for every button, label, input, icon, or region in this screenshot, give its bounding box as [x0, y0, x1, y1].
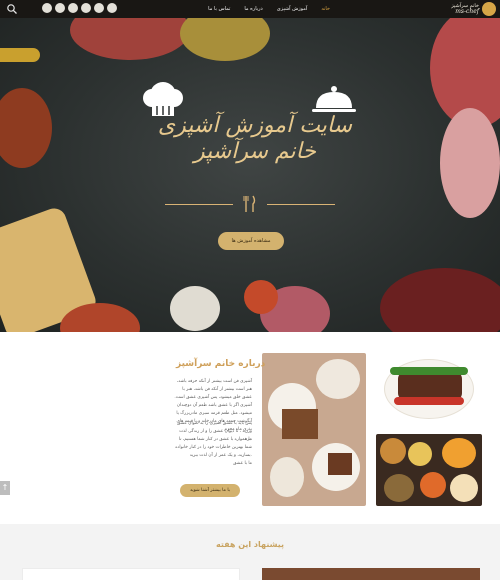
hero-title-line2: خانم سرآشپز — [194, 139, 316, 164]
menu-item-contact[interactable]: تماس با ما — [208, 6, 230, 12]
hero-food-decoration — [0, 48, 40, 62]
suggestion-card-image[interactable] — [262, 568, 480, 580]
weekly-suggestion-title: پیشنهاد این هفته — [215, 540, 284, 549]
hero-food-decoration — [244, 280, 278, 314]
hero-food-decoration — [380, 268, 500, 332]
social-icon-6[interactable] — [107, 3, 117, 13]
cutlery-icon — [243, 195, 256, 212]
menu-item-about[interactable]: درباره ما — [244, 6, 262, 12]
hero-food-decoration — [70, 18, 190, 60]
about-paragraph-3: ما همواره با عشق در کنار شما هستیم، تا ش… — [175, 437, 252, 458]
search-icon[interactable] — [6, 3, 18, 15]
about-section: درباره خانم سرآشپز آشپزی فن است بیشتر از… — [0, 332, 500, 524]
about-title: درباره خانم سرآشپز — [176, 359, 266, 369]
hero-title-line1: سایت آموزش آشپزی — [157, 113, 353, 138]
main-menu: خانه آموزش آشپزی درباره ما تماس با ما — [208, 0, 330, 18]
hero-food-decoration — [170, 286, 220, 331]
scroll-top-arrow-icon[interactable]: ↑ — [0, 481, 10, 495]
social-icon-3[interactable] — [68, 3, 78, 13]
hero-food-decoration — [440, 108, 500, 218]
about-more-button[interactable]: با ما بیشتر آشنا شوید — [180, 484, 240, 497]
hero-title: سایت آموزش آشپزی خانم سرآشپز — [130, 113, 380, 165]
food-photo-kebab — [376, 353, 482, 425]
about-paragraph-4: ما با عشق — [233, 461, 252, 466]
menu-item-cooking[interactable]: آموزش آشپزی — [277, 6, 308, 12]
food-photo-nuts — [376, 434, 482, 506]
social-icon-2[interactable] — [55, 3, 65, 13]
hero-food-decoration — [0, 88, 52, 168]
social-icon-4[interactable] — [81, 3, 91, 13]
site-logo[interactable]: خانم سرآشپز ms-chef — [451, 0, 496, 18]
social-icon-5[interactable] — [94, 3, 104, 13]
social-links — [42, 3, 117, 13]
cloche-icon — [312, 86, 356, 112]
menu-item-home[interactable]: خانه — [321, 6, 330, 12]
suggestion-card[interactable] — [22, 568, 240, 580]
chef-hat-logo-icon — [482, 2, 496, 16]
social-icon-1[interactable] — [42, 3, 52, 13]
top-navbar: خانه آموزش آشپزی درباره ما تماس با ما خا… — [0, 0, 500, 18]
food-photo-platter — [262, 353, 366, 506]
hero-food-decoration — [180, 18, 270, 61]
logo-latin: ms-chef — [455, 8, 479, 15]
weekly-suggestion-section: پیشنهاد این هفته — [0, 524, 500, 580]
view-tutorials-button[interactable]: مشاهده آموزش ها — [218, 232, 284, 250]
hero-banner: سایت آموزش آشپزی خانم سرآشپز مشاهده آموز… — [0, 18, 500, 332]
